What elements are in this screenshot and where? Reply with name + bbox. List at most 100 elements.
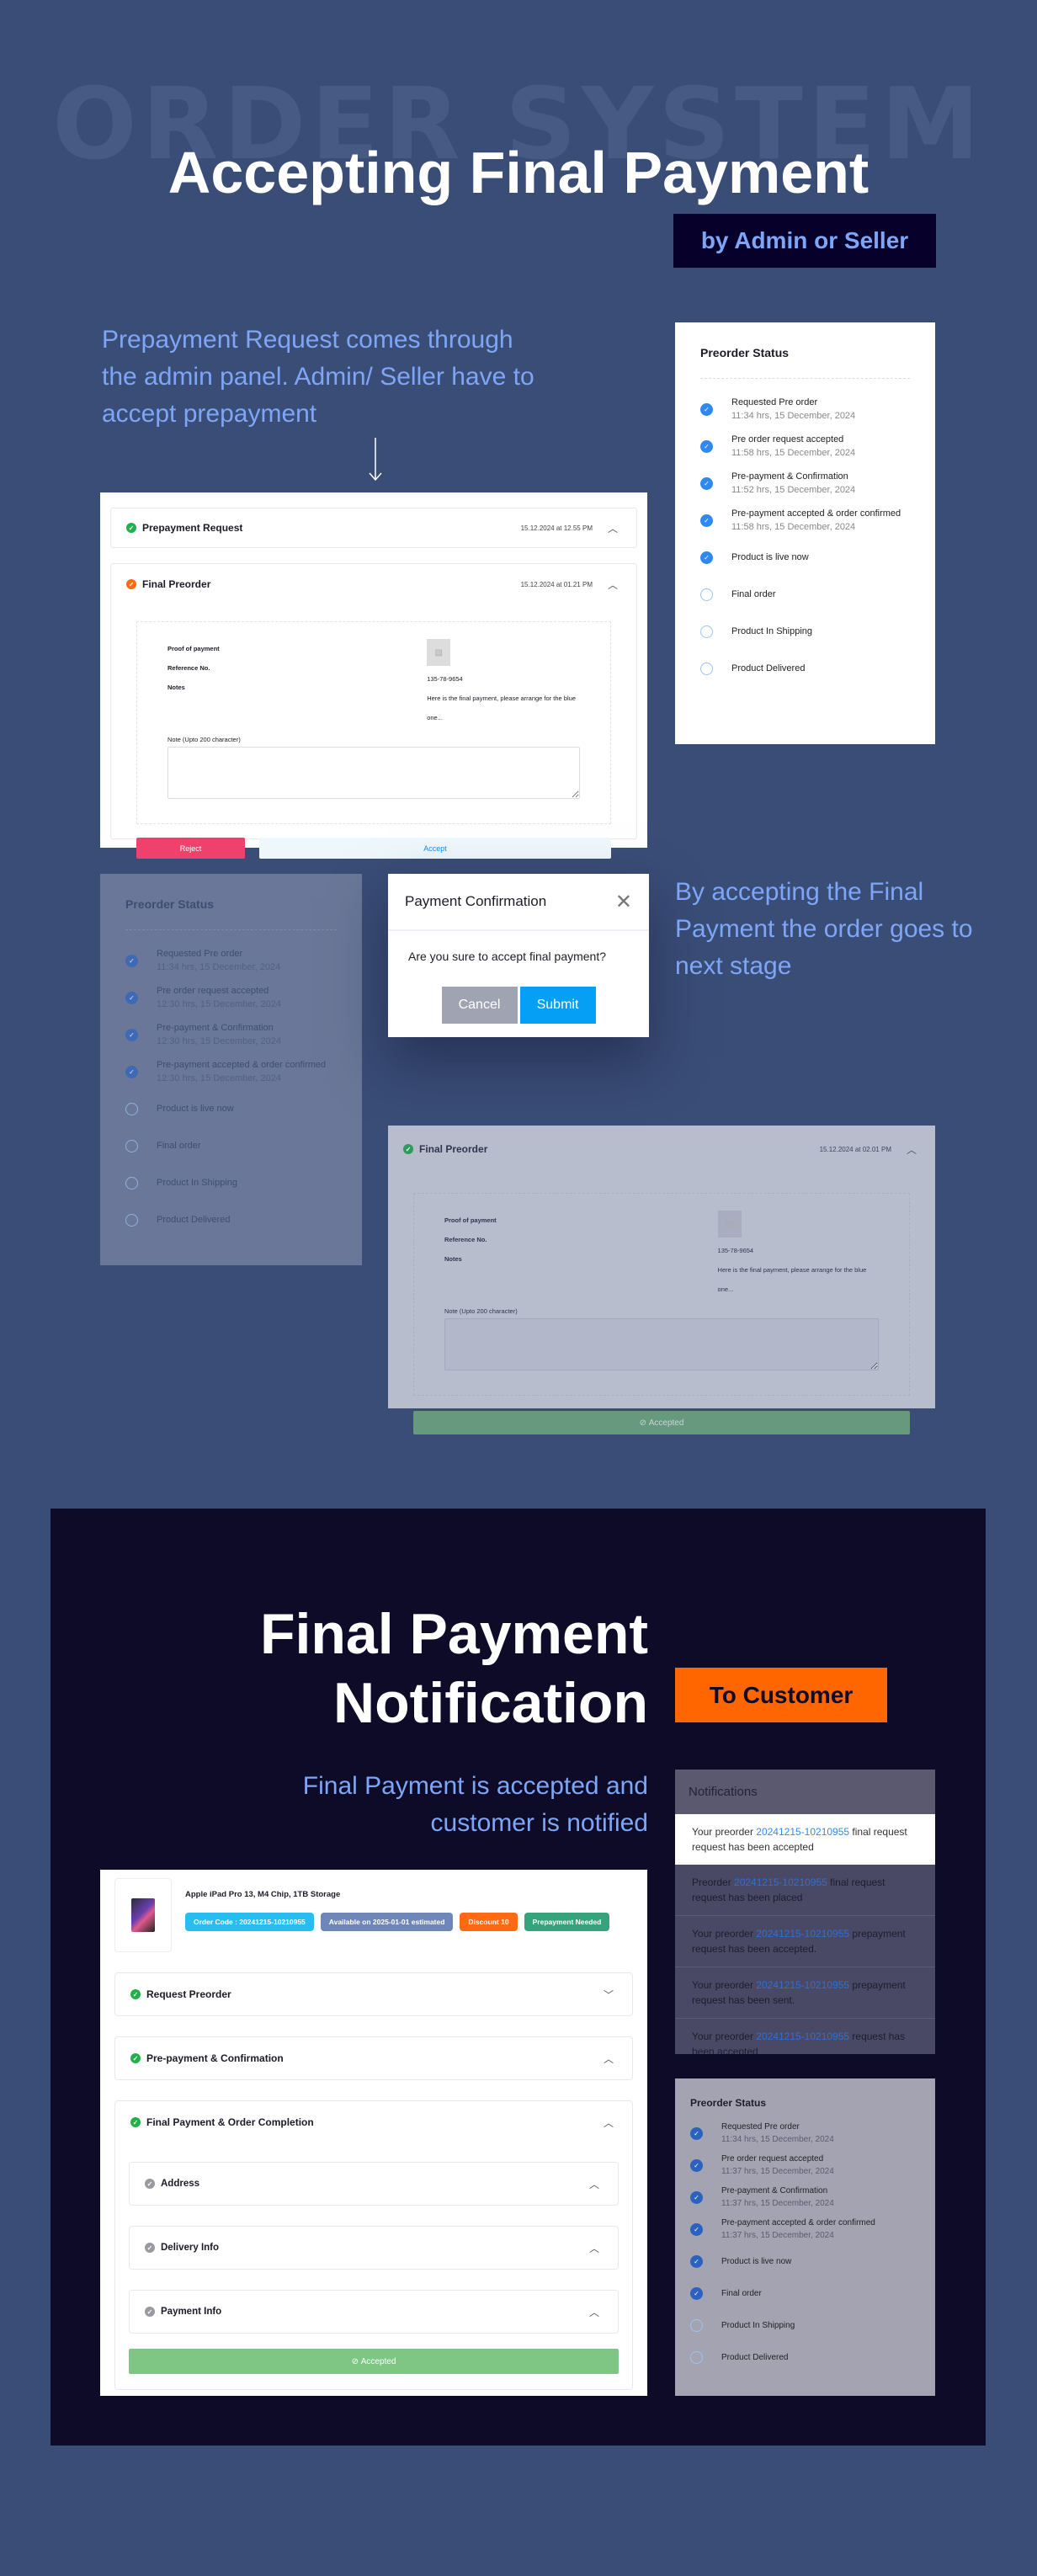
accordion-title: Pre-payment & Confirmation [146,2052,284,2064]
reference-value: 135-78-9654 [427,675,463,683]
status-step-text: Pre order request accepted 12:30 hrs, 15 … [157,986,281,1009]
chevron-up-icon[interactable]: ︿ [604,2052,614,2066]
order-code-link[interactable]: 20241215-10210955 [734,1876,827,1888]
description-line: Final Payment is accepted and [302,1772,648,1800]
status-step-label: Pre-payment accepted & order confirmed [157,1060,327,1070]
page-title: Accepting Final Payment [168,140,869,205]
empty-circle-icon [700,662,713,675]
status-step-text: Final order [721,2289,762,2298]
accordion-header[interactable]: ✓ Pre-payment & Confirmation ︿ [115,2037,632,2079]
status-step-text: Product is live now [721,2257,791,2266]
submit-button[interactable]: Submit [519,987,596,1024]
accordion-header[interactable]: ✓ Address ︿ [130,2163,618,2205]
status-step-time: 11:37 hrs, 15 December, 2024 [721,2167,834,2176]
next-stage-description: By accepting the Final Payment the order… [675,878,973,980]
order-section-accordion[interactable]: ✓ Final Payment & Order Completion ︿ ✓ Addre… [114,2100,633,2390]
notification-item[interactable]: Your preorder 20241215-10210955 final re… [675,1814,935,1865]
status-step-label: Pre order request accepted [157,986,269,996]
note-label: Note (Upto 200 character) [168,736,241,743]
status-step-label: Product is live now [157,1104,234,1114]
notification-item[interactable]: Preorder 20241215-10210955 final request… [675,1865,935,1916]
accordion-header[interactable]: ✓ Request Preorder ﹀ [115,1973,632,2015]
accordion-date: 15.12.2024 at 02.01 PM [819,1145,891,1153]
accordion-title: Request Preorder [146,1988,231,2000]
check-circle-icon: ✓ [690,2286,703,2300]
empty-circle-icon [700,588,713,601]
status-step: ✓ Final order [690,2277,920,2309]
accordion-date: 15.12.2024 at 12.55 PM [520,524,593,532]
status-step-text: Pre-payment & Confirmation 11:52 hrs, 15 … [731,471,855,495]
notification-text: Preorder [692,1876,735,1888]
chevron-up-icon[interactable]: ︿ [589,2241,599,2255]
status-step-time: 12:30 hrs, 15 December, 2024 [157,1036,281,1046]
order-section-accordion[interactable]: ✓ Request Preorder ﹀ [114,1972,633,2016]
accordion-title: Delivery Info [161,2243,220,2253]
status-step-text: Pre order request accepted 11:37 hrs, 15 … [721,2154,834,2176]
chevron-up-icon[interactable]: ︿ [604,2116,614,2130]
note-textarea[interactable] [168,747,580,799]
check-circle-icon: ✓ [126,579,136,589]
check-circle-icon: ✓ [125,1028,138,1041]
order-code-link[interactable]: 20241215-10210955 [756,1979,849,1991]
order-section-accordion[interactable]: ✓ Pre-payment & Confirmation ︿ [114,2036,633,2080]
empty-circle-icon [125,1102,138,1115]
status-step: ✓ Requested Pre order 11:34 hrs, 15 Decemb… [690,2117,920,2149]
status-step-label: Requested Pre order [731,397,818,407]
notification-text: Your preorder [692,2030,757,2042]
order-badge: Discount 10 [460,1913,518,1931]
subsection-accordion[interactable]: ✓ Payment Info ︿ [129,2290,619,2334]
chevron-up-icon[interactable]: ︿ [589,2305,599,2319]
order-code-link[interactable]: 20241215-10210955 [756,1928,849,1940]
accepted-label: Accepted [360,2356,396,2366]
cancel-button[interactable]: Cancel [441,987,518,1024]
chevron-down-icon[interactable]: ﹀ [604,1988,614,2002]
status-step: Final order [700,576,910,613]
preorder-status-card-dimmed: Preorder Status ✓ Requested Pre order 11:3… [100,874,362,1265]
status-step-text: Requested Pre order 11:34 hrs, 15 Decembe… [721,2122,834,2144]
notification-item[interactable]: Your preorder 20241215-10210955 prepayme… [675,1916,935,1967]
chevron-up-icon[interactable]: ︿ [608,521,618,535]
note-label: Note (Upto 200 character) [444,1307,518,1315]
image-placeholder-icon[interactable]: ▨ [427,639,451,666]
accordion-title: Final Preorder [142,578,211,590]
status-step-text: Pre-payment accepted & order confirmed 11… [731,508,901,532]
reference-value: 135-78-9654 [717,1247,754,1254]
chevron-up-icon[interactable]: ︿ [589,2177,599,2191]
accordion-header[interactable]: ✓ Delivery Info ︿ [130,2227,618,2269]
check-circle-icon: ✓ [145,2179,155,2189]
empty-circle-icon [125,1176,138,1190]
chevron-up-icon[interactable]: ︿ [608,577,618,592]
status-step-text: Product In Shipping [157,1178,237,1188]
image-placeholder-icon[interactable]: ▨ [717,1211,742,1237]
proof-label: Proof of payment [168,645,220,652]
close-icon[interactable]: ✕ [615,890,632,914]
status-step: Product In Shipping [700,613,910,650]
reject-button[interactable]: Reject [136,838,245,859]
check-circle-icon: ✓ [125,991,138,1004]
status-step-text: Product In Shipping [731,626,812,636]
prepayment-request-accordion[interactable]: ✓ Prepayment Request 15.12.2024 at 12.55 P… [110,508,637,548]
notification-item[interactable]: Your preorder 20241215-10210955 request … [675,2019,935,2054]
accordion-title: Final Payment & Order Completion [146,2116,314,2128]
status-step-label: Product In Shipping [721,2320,795,2330]
status-step-time: 11:34 hrs, 15 December, 2024 [157,962,281,972]
order-code-link[interactable]: 20241215-10210955 [756,2030,849,2042]
order-badge: Order Code : 20241215-10210955 [185,1913,314,1931]
status-step-label: Requested Pre order [721,2122,800,2132]
accordion-header[interactable]: ✓ Payment Info ︿ [130,2291,618,2333]
chevron-up-icon[interactable]: ︿ [907,1142,917,1157]
accept-button[interactable]: Accept [259,838,611,859]
subsection-accordion[interactable]: ✓ Delivery Info ︿ [129,2226,619,2270]
order-code-link[interactable]: 20241215-10210955 [756,1826,849,1838]
preorder-status-card-customer: Preorder Status ✓ Requested Pre order 11:3… [675,2078,935,2396]
check-circle-icon: ✓ [700,551,713,564]
subsection-accordion[interactable]: ✓ Address ︿ [129,2162,619,2206]
status-step-label: Final order [721,2288,762,2298]
status-step-time: 11:34 hrs, 15 December, 2024 [721,2135,834,2144]
notes-label: Notes [444,1255,462,1263]
notification-item[interactable]: Your preorder 20241215-10210955 prepayme… [675,1967,935,2019]
arrow-down-icon [369,438,382,482]
accordion-header[interactable]: ✓ Final Payment & Order Completion ︿ [115,2101,632,2143]
note-textarea[interactable] [444,1318,879,1370]
status-step-label: Product is live now [721,2256,792,2266]
